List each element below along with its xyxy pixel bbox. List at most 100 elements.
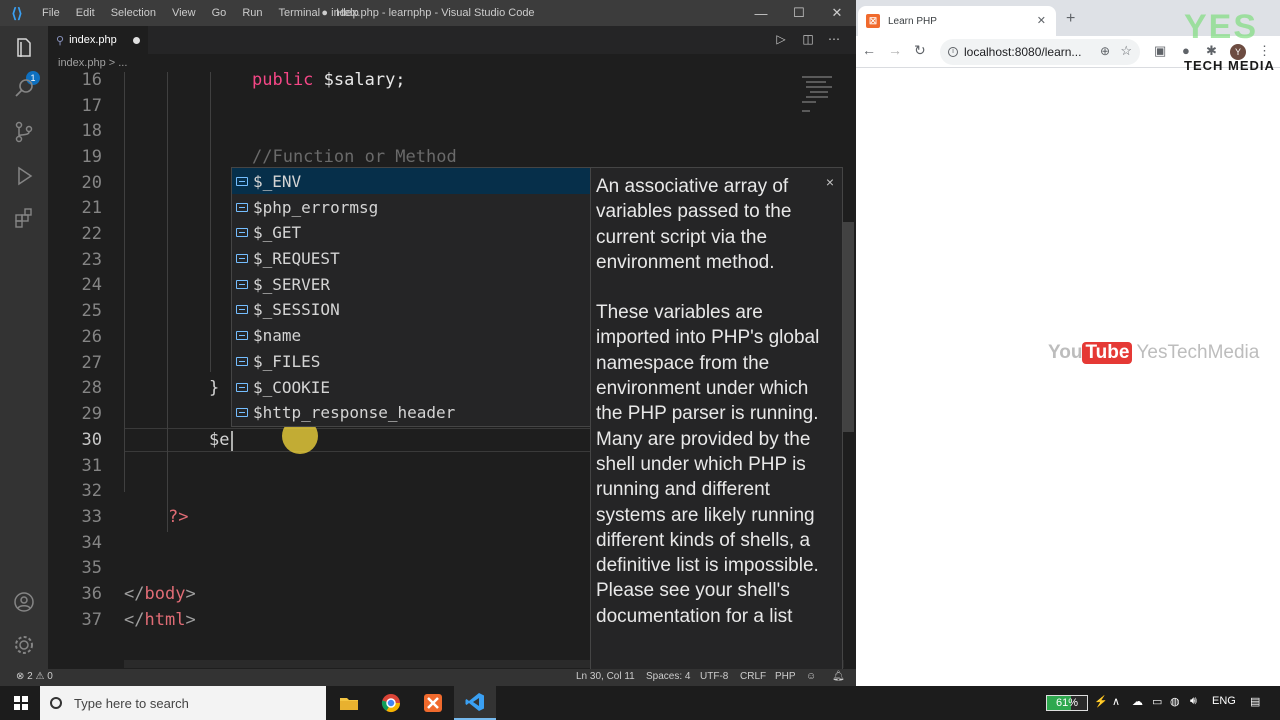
tab-label: index.php xyxy=(69,34,117,46)
suggestion-item[interactable]: $php_errormsg xyxy=(232,194,590,220)
variable-symbol-icon xyxy=(236,176,248,186)
suggestion-item[interactable]: $_REQUEST xyxy=(232,245,590,271)
encoding[interactable]: UTF-8 xyxy=(700,671,728,682)
chrome-menu-icon[interactable]: ⋮ xyxy=(1258,43,1271,59)
suggestion-item[interactable]: $_SESSION xyxy=(232,296,590,322)
line-number: 17 xyxy=(81,96,102,116)
source-control-icon[interactable] xyxy=(12,120,36,144)
editor-tabs: ⚲ index.php ▷ ◫ ⋯ xyxy=(48,26,856,54)
variable-symbol-icon xyxy=(236,382,248,392)
monitor-icon[interactable]: ▭ xyxy=(1152,695,1162,708)
line-number: 26 xyxy=(81,327,102,347)
taskbar-search-box[interactable]: Type here to search xyxy=(40,686,326,720)
code-line-19-comment: //Function or Method xyxy=(252,147,457,167)
line-number: 23 xyxy=(81,250,102,270)
line-number: 18 xyxy=(81,121,102,141)
account-icon[interactable] xyxy=(12,590,36,614)
battery-indicator[interactable]: 61% xyxy=(1046,695,1088,711)
xampp-icon[interactable] xyxy=(412,686,454,720)
language-mode[interactable]: PHP xyxy=(775,671,796,682)
end-of-line[interactable]: CRLF xyxy=(740,671,766,682)
watermark-logo: YES xyxy=(1184,8,1259,46)
details-paragraph: An associative array of variables passed… xyxy=(596,176,792,273)
line-number: 35 xyxy=(81,558,102,578)
browser-tab[interactable]: ☒ Learn PHP ✕ xyxy=(858,6,1056,36)
menu-terminal[interactable]: Terminal xyxy=(271,7,329,19)
windows-start-icon[interactable] xyxy=(14,696,28,710)
variable-symbol-icon xyxy=(236,202,248,212)
close-tab-icon[interactable]: ✕ xyxy=(1037,14,1046,27)
settings-gear-icon[interactable] xyxy=(12,633,36,657)
run-debug-icon[interactable] xyxy=(12,164,36,188)
more-icon[interactable]: ⋯ xyxy=(826,32,842,48)
code-line-30: $e xyxy=(209,430,230,450)
code-line-33: ?> xyxy=(168,507,189,527)
vscode-taskbar-icon[interactable] xyxy=(454,686,496,720)
menu-file[interactable]: File xyxy=(34,7,68,19)
maximize-icon[interactable]: ☐ xyxy=(780,0,818,26)
indent-guide xyxy=(210,72,211,372)
file-explorer-icon[interactable] xyxy=(328,686,370,720)
suggestion-item[interactable]: $_FILES xyxy=(232,348,590,374)
network-globe-icon[interactable]: ◍ xyxy=(1170,695,1180,708)
back-icon[interactable]: ← xyxy=(862,42,876,58)
zoom-icon[interactable]: ⊕ xyxy=(1100,44,1110,58)
site-info-icon[interactable]: i xyxy=(948,47,958,57)
new-tab-icon[interactable]: + xyxy=(1066,10,1075,28)
menu-edit[interactable]: Edit xyxy=(68,7,103,19)
code-line-16: public $salary; xyxy=(252,72,406,90)
keyword-public: public xyxy=(252,72,314,90)
tab-index-php[interactable]: ⚲ index.php xyxy=(48,26,148,54)
chrome-icon[interactable] xyxy=(370,686,412,720)
suggestion-item[interactable]: $_SERVER xyxy=(232,271,590,297)
search-icon[interactable] xyxy=(12,76,36,100)
vertical-scrollbar[interactable] xyxy=(842,72,854,660)
forward-icon[interactable]: → xyxy=(888,42,902,58)
line-number: 34 xyxy=(81,533,102,553)
suggestion-item[interactable]: $http_response_header xyxy=(232,399,590,425)
close-details-icon[interactable]: × xyxy=(826,170,834,195)
language-indicator[interactable]: ENG xyxy=(1212,695,1236,707)
variable-symbol-icon xyxy=(236,304,248,314)
line-number: 31 xyxy=(81,456,102,476)
show-hidden-icons-icon[interactable]: ∧ xyxy=(1112,695,1120,708)
menu-run[interactable]: Run xyxy=(234,7,270,19)
notifications-bell-icon[interactable]: 🔔︎ xyxy=(832,671,845,682)
reload-icon[interactable]: ↻ xyxy=(914,42,926,59)
indentation[interactable]: Spaces: 4 xyxy=(646,671,690,682)
line-number: 32 xyxy=(81,481,102,501)
variable-symbol-icon xyxy=(236,253,248,263)
notifications-icon[interactable]: ▤ xyxy=(1250,695,1260,708)
chrome-window: ☒ Learn PHP ✕ + ← → ↻ i localhost:8080/l… xyxy=(856,0,1280,686)
volume-icon[interactable]: 🔊︎ xyxy=(1190,695,1197,708)
extensions-icon[interactable] xyxy=(12,206,36,230)
bookmark-star-icon[interactable]: ☆ xyxy=(1120,43,1132,59)
close-icon[interactable]: ✕ xyxy=(818,0,856,26)
suggestion-item[interactable]: $name xyxy=(232,322,590,348)
minimize-icon[interactable]: — xyxy=(742,0,780,26)
suggestion-item[interactable]: $_COOKIE xyxy=(232,374,590,400)
run-icon[interactable]: ▷ xyxy=(773,32,789,48)
files-icon[interactable] xyxy=(12,36,36,60)
line-number: 33 xyxy=(81,507,102,527)
menu-view[interactable]: View xyxy=(164,7,204,19)
suggestion-item[interactable]: $_GET xyxy=(232,219,590,245)
breadcrumb[interactable]: index.php > ... xyxy=(48,54,856,72)
cursor-position[interactable]: Ln 30, Col 11 xyxy=(576,671,635,682)
unsaved-dot-icon[interactable] xyxy=(133,37,140,44)
power-plug-icon[interactable]: ⚡ xyxy=(1094,695,1108,708)
menu-help[interactable]: Help xyxy=(328,7,367,19)
scroll-thumb[interactable] xyxy=(842,222,854,432)
variable-symbol-icon xyxy=(236,407,248,417)
split-editor-icon[interactable]: ◫ xyxy=(800,32,816,48)
menu-go[interactable]: Go xyxy=(204,7,235,19)
feedback-icon[interactable]: ☺ xyxy=(806,671,816,682)
cloud-icon[interactable]: ☁ xyxy=(1132,695,1143,708)
code-line-36: </body> xyxy=(124,584,196,604)
suggestion-item-selected[interactable]: $_ENV xyxy=(232,168,590,194)
menu-selection[interactable]: Selection xyxy=(103,7,164,19)
extension-icon[interactable]: ▣ xyxy=(1154,43,1166,59)
problems-indicator[interactable]: ⊗ 2 ⚠ 0 xyxy=(16,671,53,682)
address-bar[interactable]: i localhost:8080/learn... ⊕ ☆ xyxy=(940,39,1140,65)
line-number: 25 xyxy=(81,301,102,321)
